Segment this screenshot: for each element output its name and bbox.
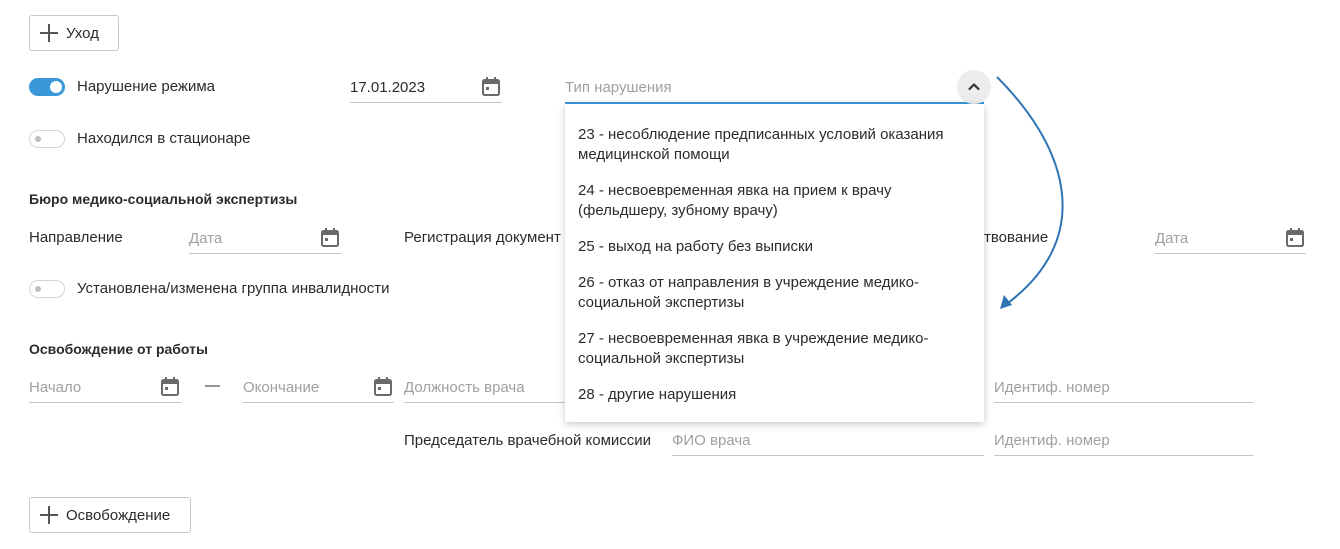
release-end-placeholder: Окончание (243, 379, 320, 396)
violation-type-collapse-button[interactable] (957, 70, 991, 104)
direction-date-placeholder: Дата (189, 230, 223, 247)
violation-toggle[interactable] (29, 78, 65, 96)
chairman-label: Председатель врачебной комиссии (404, 432, 652, 449)
chevron-up-icon (968, 83, 980, 91)
calendar-icon[interactable] (1286, 228, 1304, 247)
calendar-icon[interactable] (374, 377, 392, 396)
add-release-label: Освобождение (66, 506, 171, 524)
examination-date-placeholder: Дата (1155, 230, 1189, 247)
violation-date-field[interactable]: 17.01.2023 (350, 73, 502, 103)
examination-date-field[interactable]: Дата (1155, 224, 1306, 254)
violation-type-placeholder: Тип нарушения (565, 79, 672, 96)
add-care-label: Уход (66, 24, 99, 42)
plus-icon (40, 506, 58, 524)
release-end-field[interactable]: Окончание (243, 373, 394, 403)
dropdown-option[interactable]: 23 - несоблюдение предписанных условий о… (578, 125, 973, 165)
release-start-field[interactable]: Начало (29, 373, 181, 403)
calendar-icon[interactable] (482, 77, 500, 96)
dropdown-option[interactable]: 28 - другие нарушения (578, 385, 973, 405)
hospital-toggle-label: Находился в стационаре (77, 130, 251, 147)
doctor-position-field[interactable]: Должность врача (404, 373, 565, 403)
violation-toggle-label: Нарушение режима (77, 78, 215, 95)
direction-date-field[interactable]: Дата (189, 224, 341, 254)
dropdown-option[interactable]: 25 - выход на работу без выписки (578, 237, 973, 257)
violation-type-dropdown: 23 - несоблюдение предписанных условий о… (565, 104, 984, 422)
dropdown-option[interactable]: 27 - несвоевременная явка в учреждение м… (578, 329, 973, 369)
plus-icon (40, 24, 58, 42)
add-release-button[interactable]: Освобождение (29, 497, 191, 533)
registration-label: Регистрация документ (404, 229, 561, 246)
disability-toggle-label: Установлена/изменена группа инвалидности (77, 280, 390, 297)
doctor-position-placeholder: Должность врача (404, 379, 525, 396)
disability-toggle[interactable] (29, 280, 65, 298)
doctor-id-placeholder: Идентиф. номер (994, 379, 1110, 396)
chairman-id-field[interactable]: Идентиф. номер (994, 426, 1253, 456)
calendar-icon[interactable] (161, 377, 179, 396)
doctor-id-field[interactable]: Идентиф. номер (994, 373, 1253, 403)
hospital-toggle[interactable] (29, 130, 65, 148)
dropdown-option[interactable]: 24 - несвоевременная явка на прием к вра… (578, 181, 973, 221)
chairman-id-placeholder: Идентиф. номер (994, 432, 1110, 449)
release-heading: Освобождение от работы (29, 341, 208, 357)
bureau-heading: Бюро медико-социальной экспертизы (29, 191, 298, 207)
violation-date-value: 17.01.2023 (350, 79, 426, 96)
add-care-button[interactable]: Уход (29, 15, 119, 51)
chairman-name-field[interactable]: ФИО врача (672, 426, 984, 456)
chairman-name-placeholder: ФИО врача (672, 432, 751, 449)
direction-label: Направление (29, 229, 123, 246)
violation-type-select[interactable]: Тип нарушения (565, 73, 984, 104)
release-start-placeholder: Начало (29, 379, 82, 396)
examination-label: твование (984, 229, 1049, 246)
date-range-dash: — (205, 377, 220, 394)
calendar-icon[interactable] (321, 228, 339, 247)
dropdown-option[interactable]: 26 - отказ от направления в учреждение м… (578, 273, 973, 313)
